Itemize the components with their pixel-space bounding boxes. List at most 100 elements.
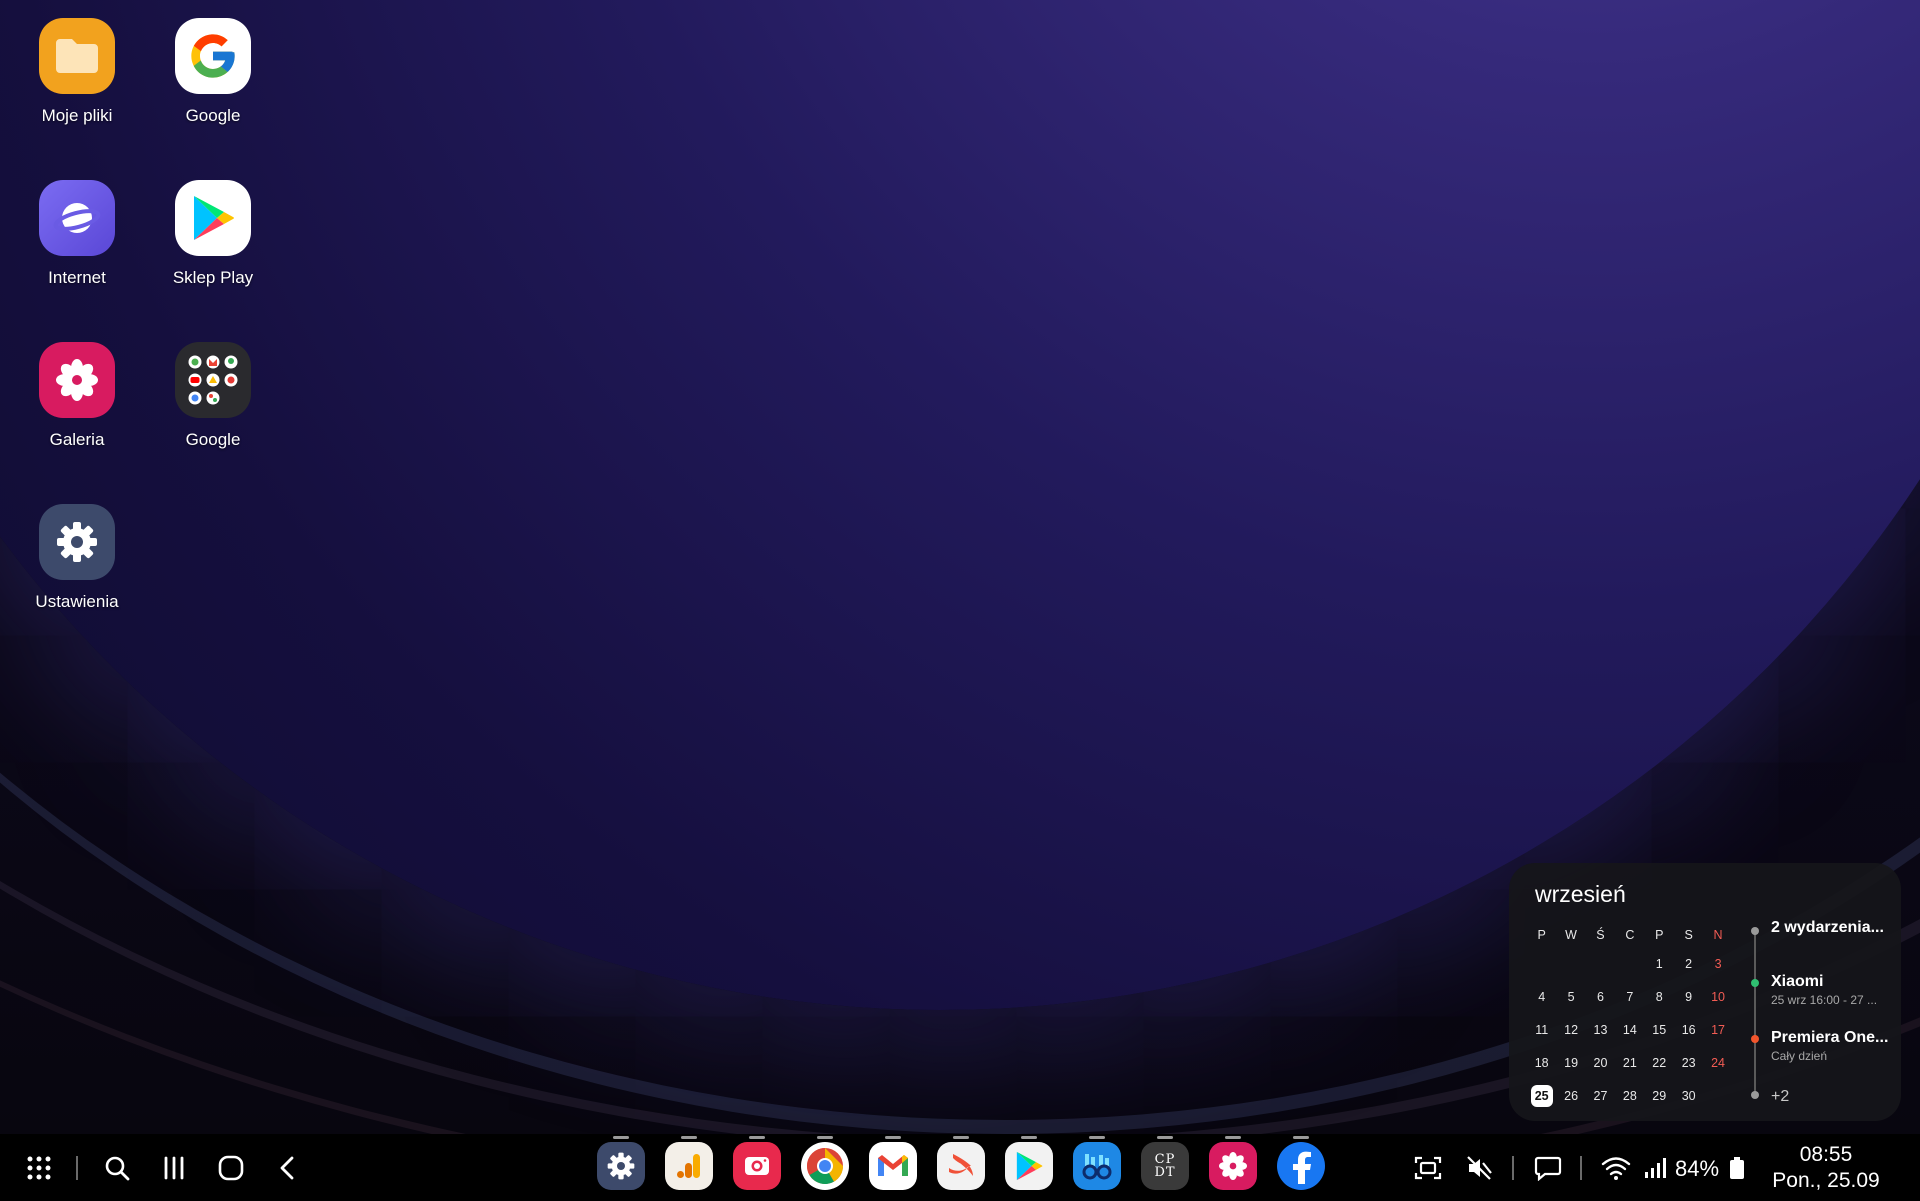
calendar-day[interactable]: 3: [1703, 957, 1732, 971]
dock-chrome[interactable]: [801, 1136, 849, 1190]
events-header[interactable]: 2 wydarzenia...: [1771, 919, 1901, 937]
finder-glasses-icon: [1082, 1154, 1112, 1180]
calendar-day[interactable]: 24: [1703, 1056, 1732, 1070]
battery-icon: [1730, 1157, 1744, 1179]
analytics-icon: [677, 1154, 700, 1178]
calendar-day[interactable]: 1: [1645, 957, 1674, 971]
taskbar-divider: [1512, 1156, 1514, 1180]
calendar-day[interactable]: 29: [1645, 1089, 1674, 1103]
running-indicator: [1293, 1136, 1309, 1139]
dock-cpdt[interactable]: CP DT: [1141, 1136, 1189, 1190]
app-label: Google: [185, 106, 241, 125]
event-dot: [1751, 979, 1759, 987]
app-sklep-play[interactable]: Sklep Play: [148, 180, 278, 288]
search-icon: [105, 1156, 130, 1181]
weekday: W: [1565, 928, 1577, 942]
weekday: P: [1537, 928, 1546, 942]
calendar-day[interactable]: 11: [1527, 1023, 1556, 1037]
apps-grid-icon: [27, 1156, 51, 1180]
event-item[interactable]: Premiera One... Cały dzień: [1771, 1029, 1901, 1063]
calendar-day[interactable]: 27: [1586, 1089, 1615, 1103]
calendar-day[interactable]: 10: [1703, 990, 1732, 1004]
play-store-icon: [1016, 1151, 1043, 1181]
calendar-week: 123: [1527, 947, 1803, 980]
home-icon: [218, 1155, 244, 1181]
cpdt-icon: CP DT: [1154, 1152, 1176, 1180]
calendar-day[interactable]: 26: [1556, 1089, 1585, 1103]
clock[interactable]: 08:55 Pon., 25.09: [1770, 1142, 1882, 1195]
screenshot-button[interactable]: [1408, 1148, 1448, 1188]
calendar-day[interactable]: 19: [1556, 1056, 1585, 1070]
calendar-day[interactable]: 25: [1527, 1084, 1556, 1107]
battery-status: [1726, 1148, 1748, 1188]
calendar-widget[interactable]: wrzesień P W Ś C P S N 1 2 3 4 5 6 7 8 9 10 11 12 13…: [1509, 863, 1901, 1121]
recents-button[interactable]: [154, 1148, 194, 1188]
running-indicator: [681, 1136, 697, 1139]
event-dot: [1751, 1035, 1759, 1043]
app-label: Moje pliki: [41, 106, 113, 125]
calendar-day[interactable]: 4: [1527, 990, 1556, 1004]
calendar-day[interactable]: 20: [1586, 1056, 1615, 1070]
app-label: Google: [185, 430, 241, 449]
home-button[interactable]: [211, 1148, 251, 1188]
calendar-day[interactable]: 23: [1674, 1056, 1703, 1070]
calendar-weeks: 1 2 3 4 5 6 7 8 9 10 11 12 13 14 15 16 17 18 19 20 21 22 23 24 2…: [1527, 947, 1803, 1112]
back-button[interactable]: [268, 1148, 308, 1188]
dock-gmail[interactable]: [869, 1136, 917, 1190]
calendar-day[interactable]: 30: [1674, 1089, 1703, 1103]
running-indicator: [749, 1136, 765, 1139]
calendar-day[interactable]: 9: [1674, 990, 1703, 1004]
timeline-dot: [1751, 1091, 1759, 1099]
apps-grid-button[interactable]: [19, 1148, 59, 1188]
running-indicator: [613, 1136, 629, 1139]
notifications-button[interactable]: [1528, 1148, 1568, 1188]
dock-camera[interactable]: [733, 1136, 781, 1190]
more-events[interactable]: +2: [1771, 1086, 1901, 1106]
dock-settings[interactable]: [597, 1136, 645, 1190]
dock-swift[interactable]: [937, 1136, 985, 1190]
calendar-day[interactable]: 22: [1645, 1056, 1674, 1070]
calendar-day[interactable]: 12: [1556, 1023, 1585, 1037]
calendar-day[interactable]: 2: [1674, 957, 1703, 971]
search-button[interactable]: [97, 1148, 137, 1188]
gmail-icon: [878, 1155, 908, 1176]
dock-facebook[interactable]: [1277, 1136, 1325, 1190]
calendar-week: 4 5 6 7 8 9 10: [1527, 980, 1803, 1013]
dock-analytics[interactable]: [665, 1136, 713, 1190]
calendar-day[interactable]: 14: [1615, 1023, 1644, 1037]
dock-finder[interactable]: [1073, 1136, 1121, 1190]
signal-status: [1638, 1148, 1672, 1188]
event-title: Premiera One...: [1771, 1029, 1889, 1046]
message-icon: [1534, 1156, 1562, 1181]
app-google-folder[interactable]: Google: [148, 342, 278, 450]
event-item[interactable]: Xiaomi 25 wrz 16:00 - 27 ...: [1771, 973, 1901, 1007]
app-galeria[interactable]: Galeria: [12, 342, 142, 450]
more-events-text: +2: [1771, 1088, 1790, 1105]
calendar-day[interactable]: 17: [1703, 1023, 1732, 1037]
app-ustawienia[interactable]: Ustawienia: [12, 504, 142, 612]
dock-gallery[interactable]: [1209, 1136, 1257, 1190]
calendar-month: wrzesień: [1535, 881, 1626, 907]
calendar-day[interactable]: 7: [1615, 990, 1644, 1004]
dock-play-store[interactable]: [1005, 1136, 1053, 1190]
calendar-day[interactable]: 21: [1615, 1056, 1644, 1070]
app-internet[interactable]: Internet: [12, 180, 142, 288]
weekday: Ś: [1596, 928, 1605, 942]
taskbar: CP DT 84% 08:55 Pon., 25.09: [0, 1134, 1920, 1201]
calendar-day[interactable]: 15: [1645, 1023, 1674, 1037]
mute-toggle[interactable]: [1460, 1148, 1500, 1188]
app-moje-pliki[interactable]: Moje pliki: [12, 18, 142, 126]
timeline-dot: [1751, 927, 1759, 935]
calendar-day[interactable]: 28: [1615, 1089, 1644, 1103]
calendar-day[interactable]: 18: [1527, 1056, 1556, 1070]
wifi-status[interactable]: [1596, 1148, 1636, 1188]
calendar-week: 11 12 13 14 15 16 17: [1527, 1013, 1803, 1046]
app-google[interactable]: Google: [148, 18, 278, 126]
calendar-day[interactable]: 8: [1645, 990, 1674, 1004]
calendar-day[interactable]: 16: [1674, 1023, 1703, 1037]
calendar-today[interactable]: 25: [1530, 1084, 1553, 1107]
calendar-day[interactable]: 5: [1556, 990, 1585, 1004]
calendar-day[interactable]: 13: [1586, 1023, 1615, 1037]
running-indicator: [1157, 1136, 1173, 1139]
calendar-day[interactable]: 6: [1586, 990, 1615, 1004]
